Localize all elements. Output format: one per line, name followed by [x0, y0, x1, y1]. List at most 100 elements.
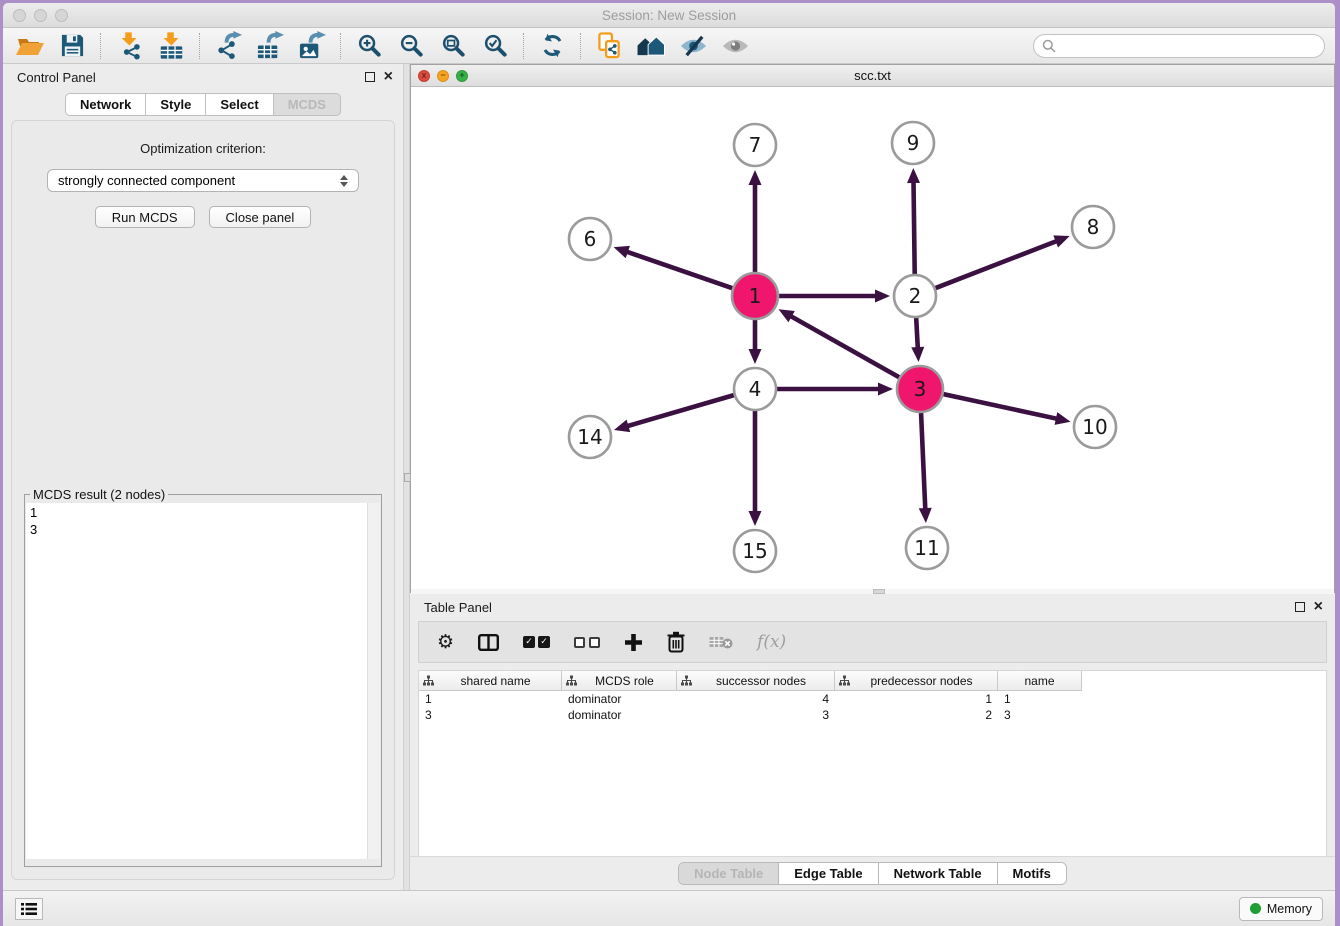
close-panel-icon[interactable]: × — [384, 72, 393, 82]
graph-edge-1-4[interactable] — [749, 320, 762, 364]
network-canvas[interactable]: 7 9 6 8 1 2 4 3 14 10 15 11 — [411, 87, 1334, 589]
task-history-button[interactable] — [15, 898, 43, 920]
table-cell[interactable]: 4 — [677, 691, 835, 707]
close-panel-button[interactable]: Close panel — [209, 206, 312, 228]
zoom-fit-button[interactable] — [432, 31, 474, 61]
graph-node-11[interactable]: 11 — [906, 527, 948, 569]
graph-edge-1-6[interactable] — [614, 246, 733, 288]
column-sort-icon — [566, 675, 577, 686]
graph-node-8[interactable]: 8 — [1072, 206, 1114, 248]
column-header-mcds-role[interactable]: MCDS role — [562, 671, 677, 691]
float-table-panel-icon[interactable] — [1295, 602, 1305, 612]
open-session-button[interactable] — [9, 31, 51, 61]
new-network-from-selection-button[interactable] — [588, 31, 630, 61]
first-neighbors-button[interactable] — [630, 31, 672, 61]
table-cell[interactable]: 1 — [419, 691, 562, 707]
table-cell[interactable]: dominator — [562, 691, 677, 707]
table-cell[interactable]: 3 — [677, 707, 835, 723]
svg-text:2: 2 — [909, 284, 922, 308]
export-network-button[interactable] — [207, 31, 249, 61]
zoom-selected-button[interactable] — [474, 31, 516, 61]
import-network-button[interactable] — [108, 31, 150, 61]
table-row[interactable]: 3dominator323 — [419, 707, 1326, 723]
graph-edge-2-3[interactable] — [911, 318, 924, 362]
zoom-out-button[interactable] — [390, 31, 432, 61]
graph-svg: 7 9 6 8 1 2 4 3 14 10 15 11 — [411, 87, 1334, 589]
graph-node-10[interactable]: 10 — [1074, 406, 1116, 448]
tab-motifs[interactable]: Motifs — [997, 863, 1066, 884]
graph-node-3[interactable]: 3 — [897, 366, 943, 412]
splitter-grip[interactable] — [404, 473, 411, 482]
column-header-shared-name[interactable]: shared name — [419, 671, 562, 691]
search-field[interactable] — [1033, 34, 1325, 58]
graph-edge-4-14[interactable] — [614, 395, 734, 432]
checked-box-icon: ✓ — [523, 636, 535, 648]
select-all-rows-button[interactable]: ✓✓ — [523, 636, 550, 648]
tab-select[interactable]: Select — [206, 93, 273, 116]
graph-node-4[interactable]: 4 — [734, 368, 776, 410]
add-column-button[interactable] — [624, 633, 643, 652]
import-table-button[interactable] — [150, 31, 192, 61]
documents-share-icon — [597, 32, 622, 59]
run-mcds-button[interactable]: Run MCDS — [95, 206, 195, 228]
column-header-predecessor-nodes[interactable]: predecessor nodes — [835, 671, 998, 691]
float-panel-icon[interactable] — [365, 72, 375, 82]
horizontal-splitter-grip[interactable] — [873, 589, 885, 594]
table-cell[interactable]: 1 — [998, 691, 1082, 707]
vertical-splitter[interactable] — [403, 64, 410, 890]
memory-button[interactable]: Memory — [1239, 897, 1323, 921]
export-image-button[interactable] — [291, 31, 333, 61]
tab-edge-table[interactable]: Edge Table — [778, 863, 877, 884]
table-cell[interactable]: 2 — [835, 707, 998, 723]
graph-edge-3-11[interactable] — [919, 413, 932, 523]
table-cell[interactable]: dominator — [562, 707, 677, 723]
graph-node-7[interactable]: 7 — [734, 124, 776, 166]
horizontal-splitter[interactable] — [411, 589, 1334, 594]
graph-node-9[interactable]: 9 — [892, 122, 934, 164]
export-table-button[interactable] — [249, 31, 291, 61]
show-details-button — [714, 31, 756, 61]
zoom-in-button[interactable] — [348, 31, 390, 61]
graph-edge-3-10[interactable] — [943, 394, 1070, 425]
tab-style[interactable]: Style — [146, 93, 206, 116]
table-options-button[interactable]: ⚙ — [437, 631, 454, 653]
search-input[interactable] — [1061, 38, 1316, 53]
column-sort-icon — [681, 675, 692, 686]
svg-text:3: 3 — [914, 377, 927, 401]
hide-details-button[interactable] — [672, 31, 714, 61]
tab-mcds[interactable]: MCDS — [274, 93, 341, 116]
criterion-dropdown[interactable]: strongly connected component — [47, 169, 359, 192]
graph-edge-1-7[interactable] — [749, 170, 762, 272]
graph-node-15[interactable]: 15 — [734, 530, 776, 572]
mcds-result-text[interactable]: 1 3 — [26, 503, 367, 859]
close-table-panel-icon[interactable]: × — [1314, 602, 1323, 612]
refresh-icon — [540, 33, 565, 58]
column-header-name[interactable]: name — [998, 671, 1082, 691]
tab-network-table[interactable]: Network Table — [878, 863, 997, 884]
result-scrollbar[interactable] — [367, 503, 380, 859]
graph-edge-1-2[interactable] — [779, 290, 890, 303]
graph-edge-2-8[interactable] — [936, 235, 1070, 288]
column-label: shared name — [434, 674, 557, 688]
graph-node-6[interactable]: 6 — [569, 218, 611, 260]
tab-node-table[interactable]: Node Table — [679, 863, 778, 884]
column-view-button[interactable] — [478, 634, 499, 651]
graph-node-1[interactable]: 1 — [732, 273, 778, 319]
delete-column-button[interactable] — [667, 631, 685, 653]
graph-edge-3-1[interactable] — [779, 309, 900, 377]
toolbar-separator — [523, 33, 524, 59]
graph-edge-2-9[interactable] — [907, 168, 920, 274]
graph-node-2[interactable]: 2 — [894, 275, 936, 317]
graph-edge-4-15[interactable] — [749, 411, 762, 526]
column-header-successor-nodes[interactable]: successor nodes — [677, 671, 835, 691]
table-cell[interactable]: 3 — [419, 707, 562, 723]
graph-edge-4-3[interactable] — [777, 383, 893, 396]
table-cell[interactable]: 3 — [998, 707, 1082, 723]
save-session-button[interactable] — [51, 31, 93, 61]
table-cell[interactable]: 1 — [835, 691, 998, 707]
deselect-all-rows-button[interactable] — [574, 637, 600, 648]
graph-node-14[interactable]: 14 — [569, 416, 611, 458]
table-row[interactable]: 1dominator411 — [419, 691, 1326, 707]
refresh-view-button[interactable] — [531, 31, 573, 61]
tab-network[interactable]: Network — [65, 93, 146, 116]
